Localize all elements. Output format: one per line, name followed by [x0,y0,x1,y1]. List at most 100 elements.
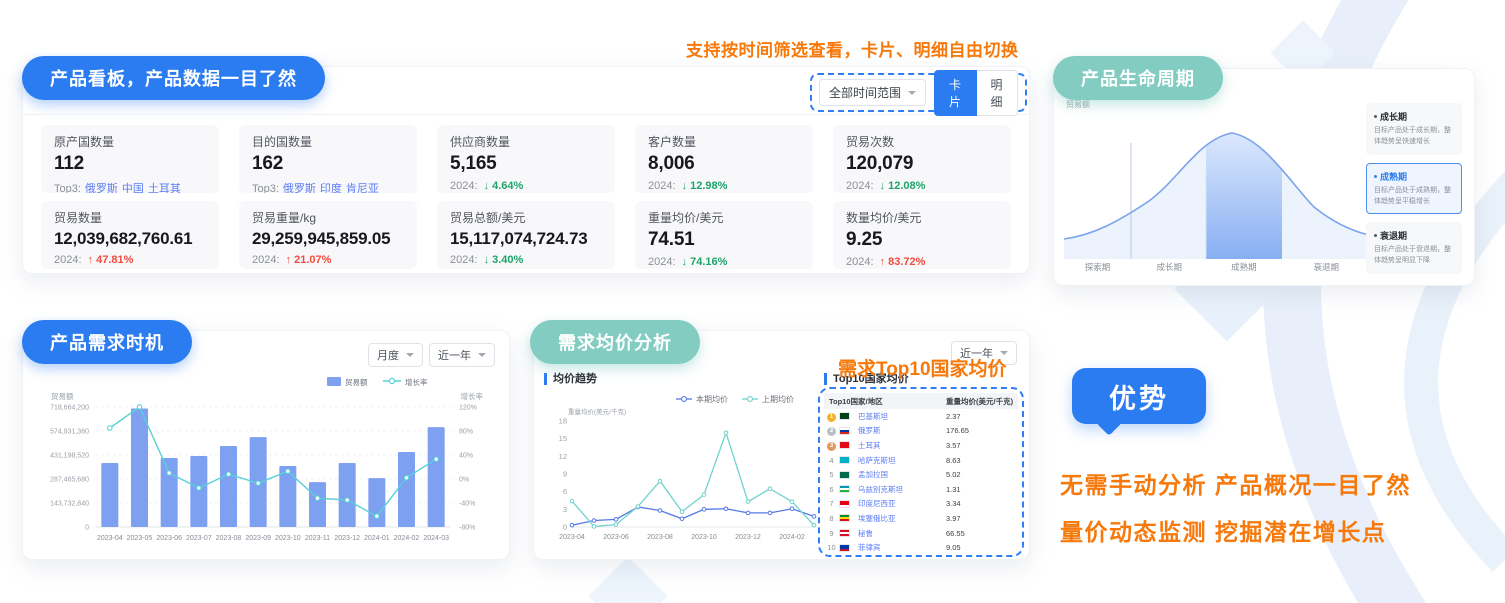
svg-text:0%: 0% [459,477,469,484]
svg-text:574,931,360: 574,931,360 [50,429,89,436]
country-link[interactable]: 巴基斯坦 [854,411,946,422]
price-value-cell: 3.34 [946,499,1018,508]
stat-subtext: 2024:↓ 3.40% [450,254,602,266]
country-flag-icon [839,514,850,522]
time-filter-annotation: 支持按时间筛选查看，卡片、明细自由切换 [686,36,1019,61]
card-view-button[interactable]: 卡片 [934,70,976,116]
filter-highlight-box: 全部时间范围 卡片 明细 [810,73,1027,112]
stat-subtext: 2024:↓ 12.08% [846,180,998,192]
stat-value: 5,165 [450,153,602,175]
svg-text:2023-08: 2023-08 [216,535,242,542]
price-value-cell: 176.65 [946,426,1018,435]
stat-value: 29,259,945,859.05 [252,229,404,249]
country-link[interactable]: 埃塞俄比亚 [854,513,946,524]
country-column-header: Top10国家/地区 [824,396,946,407]
increase-indicator: ↑ 21.07% [286,254,332,266]
svg-text:2023-07: 2023-07 [186,535,212,542]
rank-cell: 1 [824,411,839,422]
country-link[interactable]: 乌兹别克斯坦 [854,484,946,495]
stage-description: 目标产品处于成熟期，整体趋势呈平稳增长 [1374,186,1454,208]
price-value-cell: 8.63 [946,456,1018,465]
country-flag-icon [839,485,850,493]
country-flag-icon [839,412,850,420]
country-link[interactable]: 菲律宾 [854,542,946,553]
price-value-cell: 9.05 [946,543,1018,552]
table-row: 5孟加拉国5.02 [824,467,1018,482]
country-link[interactable]: 俄罗斯 [854,425,946,436]
table-row: 7 印度尼西亚3.34 [824,497,1018,512]
stat-card: 原产国数量112Top3:俄罗斯中国土耳其 [41,125,219,193]
dashboard-panel-title: 产品看板，产品数据一目了然 [22,56,325,100]
stage-description: 目标产品处于衰退期，整体趋势呈明显下降 [1374,245,1454,267]
increase-indicator: ↑ 83.72% [880,256,926,268]
stat-card: 贸易重量/kg29,259,945,859.052024:↑ 21.07% [239,201,417,269]
view-toggle: 卡片 明细 [934,70,1018,116]
svg-text:718,664,200: 718,664,200 [50,405,89,412]
stat-label: 贸易数量 [54,209,206,226]
period-select[interactable]: 近一年 [429,343,495,367]
medal-icon: 3 [827,442,836,451]
table-body: 1巴基斯坦2.372俄罗斯176.653土耳其3.574哈萨克斯坦8.635孟加… [824,409,1018,555]
country-flag-icon [839,500,850,508]
time-range-select[interactable]: 全部时间范围 [819,79,926,106]
svg-text:增长率: 增长率 [461,391,484,401]
stat-card: 贸易总额/美元15,117,074,724.732024:↓ 3.40% [437,201,615,269]
marketing-screenshot: 支持按时间筛选查看，卡片、明细自由切换 产品看板，产品数据一目了然 原产国数量1… [0,0,1505,603]
value-column-header: 重量均价(美元/千克) [946,396,1018,407]
stat-value: 120,079 [846,153,998,175]
lifecycle-stage-card-inactive[interactable]: 衰退期目标产品处于衰退期，整体趋势呈明显下降 [1366,222,1462,274]
detail-view-button[interactable]: 明细 [977,70,1018,116]
demand-filter-group: 月度 近一年 [368,343,495,367]
table-row: 6乌兹别克斯坦1.31 [824,482,1018,497]
svg-text:2023-06: 2023-06 [603,534,629,541]
stat-card: 客户数量8,0062024:↓ 12.98% [635,125,813,193]
country-link[interactable]: 哈萨克斯坦 [854,455,946,466]
lifecycle-stage-card-inactive[interactable]: 成长期目标产品处于成长期，整体趋势呈快速增长 [1366,103,1462,155]
medal-icon: 2 [827,427,836,436]
stat-value: 74.51 [648,229,800,251]
demand-bar-line-chart: 贸易额增长率贸易额增长率718,664,200120%574,931,36080… [31,369,503,555]
lifecycle-stage-card-active[interactable]: 成熟期目标产品处于成熟期，整体趋势呈平稳增长 [1366,163,1462,215]
svg-text:2023-09: 2023-09 [245,535,271,542]
svg-text:-80%: -80% [459,525,475,532]
table-row: 3土耳其3.57 [824,438,1018,453]
country-link[interactable]: 秘鲁 [854,528,946,539]
advantage-line-2: 量价动态监测 挖掘潜在增长点 [1060,513,1386,547]
svg-text:贸易额: 贸易额 [51,391,74,401]
top3-country-link[interactable]: 俄罗斯 [85,183,118,193]
stage-description: 目标产品处于成长期，整体趋势呈快速增长 [1374,126,1454,148]
country-link[interactable]: 土耳其 [854,440,946,451]
stage-title: 衰退期 [1374,229,1454,242]
advantage-line-1: 无需手动分析 产品概况一目了然 [1060,466,1411,500]
country-link[interactable]: 印度尼西亚 [854,498,946,509]
rank-cell: 7 [824,499,839,508]
stat-value: 12,039,682,760.61 [54,229,206,249]
stat-card: 贸易次数120,0792024:↓ 12.08% [833,125,1011,193]
stat-card: 贸易数量12,039,682,760.612024:↑ 47.81% [41,201,219,269]
decrease-indicator: ↓ 4.64% [484,180,524,192]
country-flag-icon [839,471,850,479]
svg-text:重量均价(美元/千克): 重量均价(美元/千克) [568,407,626,416]
svg-text:2024-03: 2024-03 [423,535,449,542]
top3-country-link[interactable]: 肯尼亚 [346,183,379,193]
top3-country-link[interactable]: 印度 [320,183,342,193]
bullet-dot-icon [1374,234,1377,237]
stage-title: 成长期 [1374,110,1454,123]
svg-text:80%: 80% [459,429,473,436]
stat-subtext: Top3:俄罗斯印度肯尼亚 [252,180,404,193]
granularity-select[interactable]: 月度 [368,343,423,367]
country-flag-icon [839,529,850,537]
svg-text:本期均价: 本期均价 [696,394,728,404]
lifecycle-curve-chart [1064,109,1369,259]
decrease-indicator: ↓ 12.08% [880,180,926,192]
country-link[interactable]: 孟加拉国 [854,469,946,480]
stat-card-grid: 原产国数量112Top3:俄罗斯中国土耳其目的国数量162Top3:俄罗斯印度肯… [41,125,1011,269]
svg-text:2023-05: 2023-05 [127,535,153,542]
top3-country-link[interactable]: 土耳其 [148,183,181,193]
country-flag-icon [839,441,850,449]
stat-label: 贸易总额/美元 [450,209,602,226]
svg-text:0: 0 [85,525,89,532]
top3-country-link[interactable]: 中国 [122,183,144,193]
svg-text:40%: 40% [459,453,473,460]
top3-country-link[interactable]: 俄罗斯 [283,183,316,193]
